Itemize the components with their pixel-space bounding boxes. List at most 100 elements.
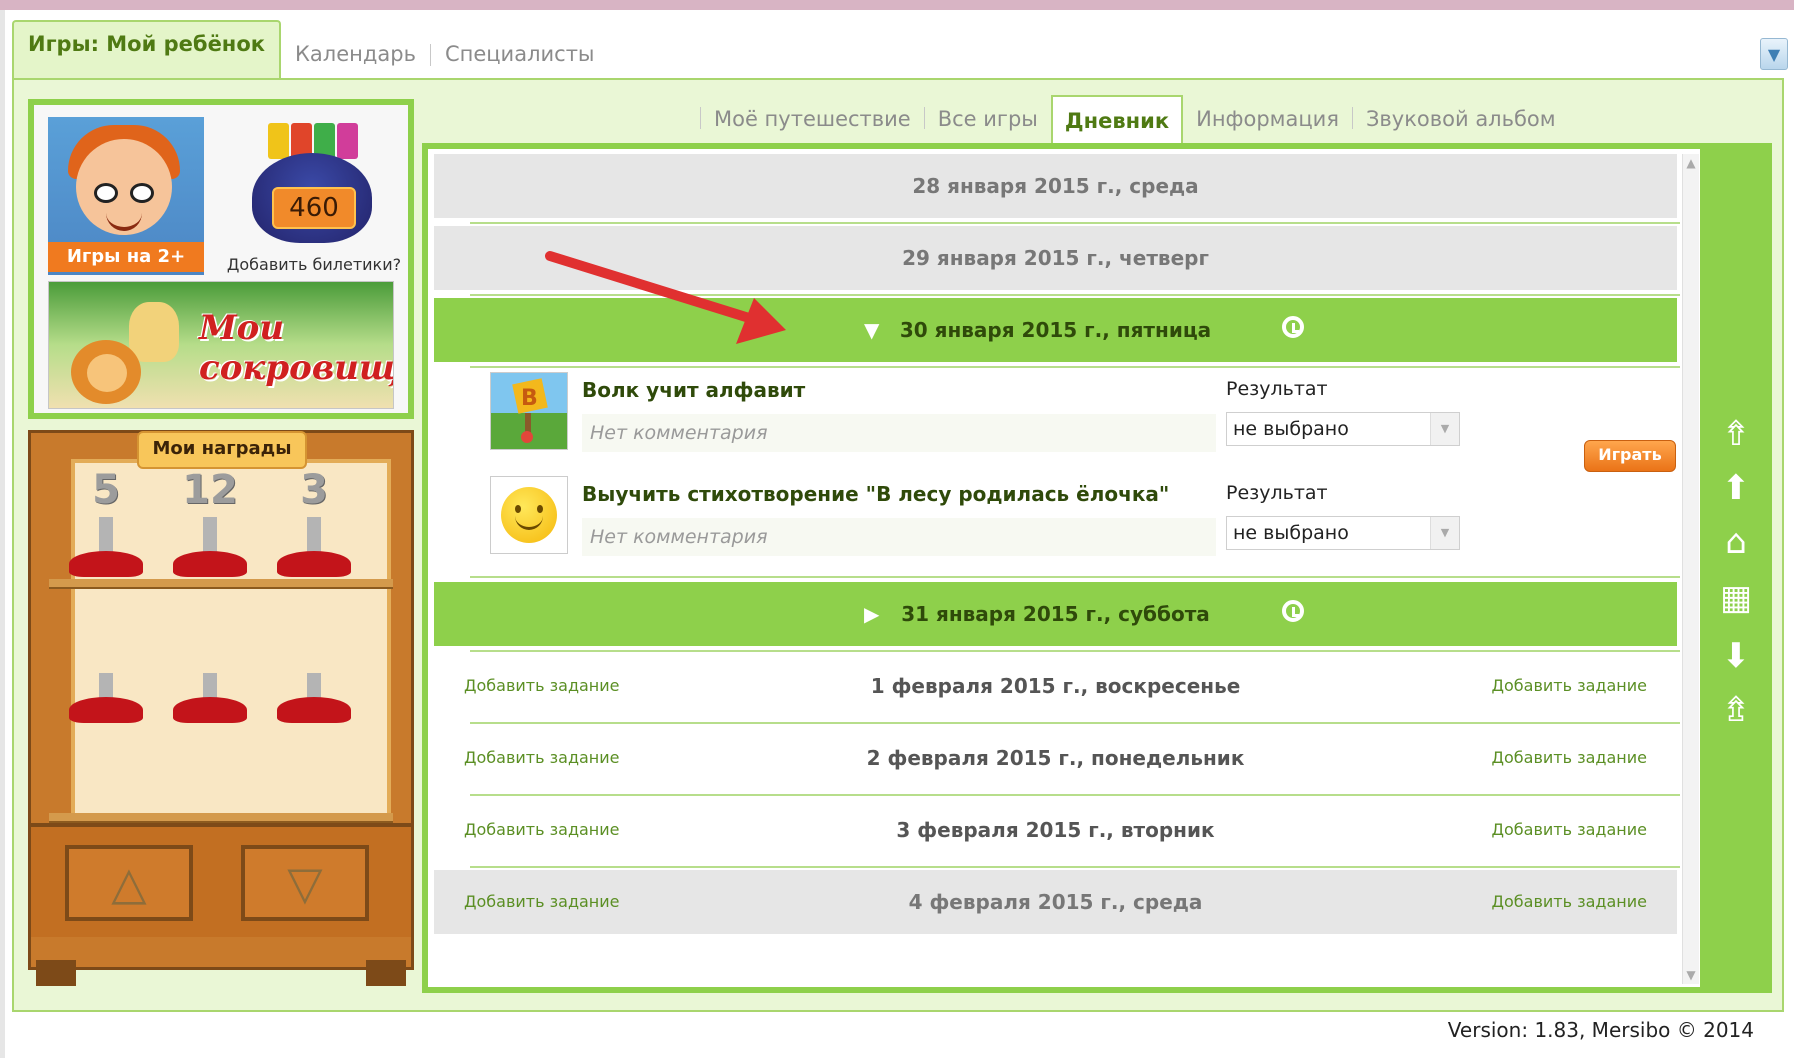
- tab-games-my-child[interactable]: Игры: Мой ребёнок: [12, 20, 281, 80]
- tab-calendar[interactable]: Календарь: [281, 42, 430, 80]
- diary-scrollbar[interactable]: ▲ ▼: [1682, 154, 1699, 984]
- play-button[interactable]: Играть: [1584, 440, 1676, 472]
- day-row[interactable]: 28 января 2015 г., среда: [434, 154, 1677, 218]
- trophy-number: 5: [92, 467, 120, 513]
- trophy-icon[interactable]: [165, 613, 255, 733]
- add-task-link[interactable]: Добавить задание: [1491, 870, 1647, 934]
- day-date: 31 января 2015 г., суббота: [901, 602, 1210, 626]
- clock-add-icon[interactable]: [1282, 316, 1304, 338]
- lion-icon: [87, 354, 127, 392]
- cabinet-foot: [366, 960, 406, 986]
- chevron-down-icon[interactable]: ▼: [1430, 517, 1459, 549]
- add-task-link[interactable]: Добавить задание: [1491, 654, 1647, 718]
- jump-top-button[interactable]: ⇮: [1712, 414, 1760, 454]
- task-comment-field[interactable]: Нет комментария: [582, 414, 1216, 452]
- tab-sound-album[interactable]: Звуковой альбом: [1353, 107, 1569, 145]
- clock-add-icon[interactable]: [1282, 600, 1304, 622]
- chevron-down-icon: ▼: [1767, 44, 1781, 64]
- result-select[interactable]: не выбрано ▼: [1226, 412, 1460, 446]
- version-label: Version: 1.83, Mersibo © 2014: [1447, 1018, 1754, 1042]
- tab-my-journey[interactable]: Моё путешествие: [701, 107, 924, 145]
- tab-specialists[interactable]: Специалисты: [431, 42, 609, 80]
- scroll-down-button[interactable]: ▽: [241, 845, 369, 921]
- result-select-value: не выбрано: [1233, 418, 1349, 440]
- divider: [470, 794, 1680, 796]
- trophy-icon[interactable]: [269, 613, 359, 733]
- calendar-button[interactable]: ▦: [1712, 578, 1760, 618]
- divider: [470, 576, 1680, 578]
- annotation-arrow-icon: [545, 251, 786, 344]
- trophy-icon[interactable]: 12: [165, 467, 255, 587]
- my-treasures-banner[interactable]: Мои сокровища: [48, 281, 394, 409]
- divider: [470, 722, 1680, 724]
- task-comment-field[interactable]: Нет комментария: [582, 518, 1216, 556]
- shelf: [49, 813, 393, 823]
- wolf-alphabet-thumbnail[interactable]: B: [490, 372, 568, 450]
- divider: [470, 222, 1680, 224]
- result-select[interactable]: не выбрано ▼: [1226, 516, 1460, 550]
- task-title: Волк учит алфавит: [582, 378, 806, 402]
- task-title: Выучить стихотворение "В лесу родилась ё…: [582, 482, 1170, 506]
- left-border: [0, 10, 5, 1058]
- chevron-down-icon[interactable]: ▼: [1430, 413, 1459, 445]
- tickets-count: 460: [272, 187, 356, 229]
- poem-thumbnail[interactable]: [490, 476, 568, 554]
- awards-cabinet: Мои награды 5 12 3 △ ▽: [28, 430, 414, 970]
- scroll-up-arrow-icon[interactable]: ▲: [1683, 154, 1699, 172]
- top-border: [0, 0, 1794, 10]
- trophy-number: 12: [182, 467, 238, 513]
- add-task-link[interactable]: Добавить задание: [1491, 798, 1647, 862]
- divider: [470, 650, 1680, 652]
- home-icon: ⌂: [1725, 522, 1747, 562]
- divider: [470, 866, 1680, 868]
- previous-day-button[interactable]: ⬆: [1712, 468, 1760, 508]
- main-tabs: Игры: Мой ребёнок Календарь Специалисты: [12, 20, 609, 80]
- day-date: 28 января 2015 г., среда: [912, 174, 1199, 198]
- calendar-icon: ▦: [1719, 578, 1753, 618]
- double-down-arrow-icon: ⇯: [1721, 690, 1751, 730]
- tickets-bag[interactable]: 460: [242, 123, 382, 243]
- cabinet-foot: [36, 960, 76, 986]
- treasures-line-1: Мои: [199, 308, 285, 348]
- tab-diary[interactable]: Дневник: [1050, 95, 1184, 147]
- navigation-bar: [1700, 143, 1772, 993]
- treasures-line-2: сокровища: [199, 348, 394, 388]
- today-button[interactable]: ⌂: [1712, 522, 1760, 562]
- day-row[interactable]: ▶ 31 января 2015 г., суббота: [434, 582, 1677, 646]
- tab-information[interactable]: Информация: [1183, 107, 1352, 145]
- jump-bottom-button[interactable]: ⇯: [1712, 690, 1760, 730]
- games-card: Игры на 2+ 460 Добавить билетики? Мои со…: [28, 99, 414, 419]
- trophy-icon[interactable]: [61, 613, 151, 733]
- next-day-button[interactable]: ⬇: [1712, 636, 1760, 676]
- menu-toggle-button[interactable]: ▼: [1760, 38, 1788, 70]
- glasses-icon: [94, 183, 158, 203]
- double-up-arrow-icon: ⇮: [1721, 414, 1751, 454]
- my-treasures-title: Мои сокровища: [199, 308, 394, 388]
- letter-block-icon: B: [491, 373, 567, 449]
- result-select-value: не выбрано: [1233, 522, 1349, 544]
- giraffe-icon: [129, 302, 179, 362]
- trophy-icon[interactable]: 3: [269, 467, 359, 587]
- down-arrow-icon: ⬇: [1721, 636, 1751, 676]
- awards-title: Мои награды: [137, 431, 307, 469]
- games-2plus-label[interactable]: Игры на 2+: [48, 242, 204, 272]
- smiley-icon: [501, 487, 557, 543]
- section-tabs: Моё путешествие Все игры Дневник Информа…: [700, 95, 1569, 147]
- day-row[interactable]: Добавить задание 3 февраля 2015 г., втор…: [434, 798, 1677, 862]
- result-label: Результат: [1226, 378, 1328, 400]
- day-row[interactable]: Добавить задание 4 февраля 2015 г., сред…: [434, 870, 1677, 934]
- result-label: Результат: [1226, 482, 1328, 504]
- day-row[interactable]: Добавить задание 2 февраля 2015 г., поне…: [434, 726, 1677, 790]
- cabinet-drawers: △ ▽: [31, 823, 411, 937]
- add-tickets-link[interactable]: Добавить билетики?: [222, 255, 406, 274]
- tab-all-games[interactable]: Все игры: [925, 107, 1051, 145]
- scroll-up-button[interactable]: △: [65, 845, 193, 921]
- triangle-up-icon: △: [111, 856, 147, 910]
- triangle-down-icon: ▽: [287, 856, 323, 910]
- day-row[interactable]: Добавить задание 1 февраля 2015 г., воск…: [434, 654, 1677, 718]
- trophy-number: 3: [300, 467, 328, 513]
- task-item: Выучить стихотворение "В лесу родилась ё…: [490, 472, 1673, 568]
- trophy-icon[interactable]: 5: [61, 467, 151, 587]
- add-task-link[interactable]: Добавить задание: [1491, 726, 1647, 790]
- scroll-down-arrow-icon[interactable]: ▼: [1683, 966, 1699, 984]
